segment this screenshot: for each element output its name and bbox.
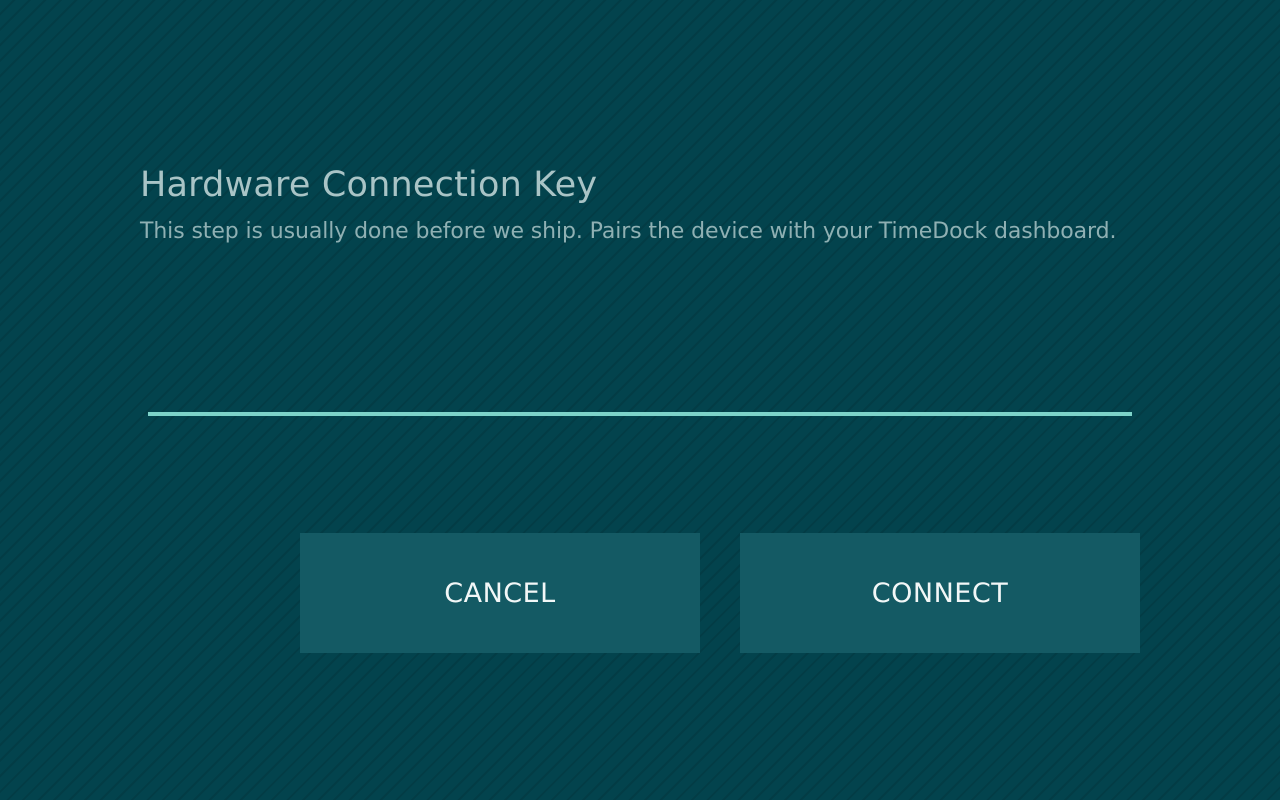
connection-key-input[interactable] — [148, 340, 1132, 416]
dialog-subtitle: This step is usually done before we ship… — [140, 219, 1117, 244]
connection-key-dialog: Hardware Connection Key This step is usu… — [0, 0, 1280, 800]
dialog-title: Hardware Connection Key — [140, 165, 598, 205]
connect-button[interactable]: CONNECT — [740, 533, 1140, 653]
cancel-button[interactable]: CANCEL — [300, 533, 700, 653]
